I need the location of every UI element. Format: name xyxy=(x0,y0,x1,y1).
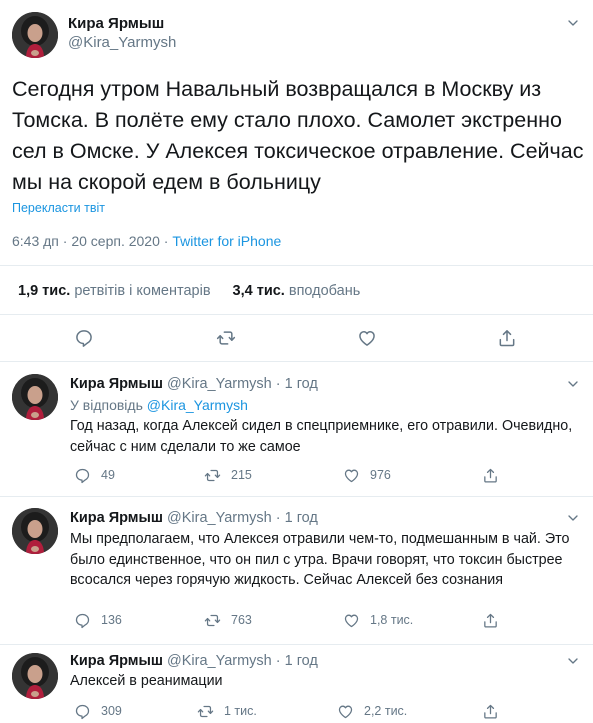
tweet-text: Год назад, когда Алексей сидел в спецпри… xyxy=(70,418,573,455)
chevron-down-icon[interactable] xyxy=(565,376,581,392)
reply-tweet[interactable]: Кира Ярмыш @Kira_Yarmysh · 1 год Алексей… xyxy=(0,645,593,723)
share-action[interactable] xyxy=(482,611,499,629)
heart-icon xyxy=(343,467,360,484)
heart-icon xyxy=(337,703,354,720)
like-action[interactable]: 1,8 тис. xyxy=(343,611,413,629)
tweet-time[interactable]: · 1 год xyxy=(276,653,318,669)
tweet-text: Сегодня утром Навальный возвращался в Мо… xyxy=(12,77,584,194)
heart-icon xyxy=(343,612,360,629)
translate-tweet-link[interactable]: Перекласти твіт xyxy=(12,201,105,215)
tweet-stats: 1,9 тис. ретвітів і коментарів 3,4 тис. в… xyxy=(18,283,360,299)
author-name[interactable]: Кира Ярмыш xyxy=(70,376,163,392)
reply-to-handle[interactable]: @Kira_Yarmysh xyxy=(147,397,248,413)
reply-to: У відповідь @Kira_Yarmysh xyxy=(70,397,248,413)
reply-count: 136 xyxy=(101,613,122,627)
tweet-time[interactable]: · 1 год xyxy=(276,376,318,392)
reply-tweet[interactable]: Кира Ярмыш @Kira_Yarmysh · 1 год Мы пред… xyxy=(0,497,593,645)
author-name[interactable]: Кира Ярмыш xyxy=(70,510,163,526)
reply-action[interactable]: 136 xyxy=(74,611,122,629)
likes-stat[interactable]: 3,4 тис. вподобань xyxy=(233,283,361,299)
reply-to-label: У відповідь xyxy=(70,397,143,413)
reply-header: Кира Ярмыш @Kira_Yarmysh · 1 год xyxy=(70,510,318,526)
retweet-action[interactable]: 215 xyxy=(204,466,252,484)
like-action[interactable]: 2,2 тис. xyxy=(337,702,407,720)
reply-count: 309 xyxy=(101,704,122,718)
author-name[interactable]: Кира Ярмыш xyxy=(68,15,164,32)
tweet-meta: 6:43 дп · 20 серп. 2020 · Twitter for iP… xyxy=(12,233,281,249)
retweet-icon xyxy=(204,612,221,629)
chevron-down-icon[interactable] xyxy=(565,653,581,669)
retweet-icon xyxy=(197,703,214,720)
reply-count: 49 xyxy=(101,468,115,482)
reply-icon xyxy=(74,703,91,720)
reply-tweet[interactable]: Кира Ярмыш @Kira_Yarmysh · 1 год У відпо… xyxy=(0,362,593,497)
share-icon xyxy=(482,467,499,484)
author-name[interactable]: Кира Ярмыш xyxy=(70,653,163,669)
divider xyxy=(0,314,593,315)
tweet-source[interactable]: Twitter for iPhone xyxy=(172,233,281,249)
reply-icon xyxy=(74,467,91,484)
chevron-down-icon[interactable] xyxy=(565,15,581,31)
tweet-time[interactable]: · 1 год xyxy=(276,510,318,526)
retweets-label: ретвітів і коментарів xyxy=(74,283,211,299)
main-tweet: Кира Ярмыш @Kira_Yarmysh Сегодня утром Н… xyxy=(0,0,593,362)
reply-header: Кира Ярмыш @Kira_Yarmysh · 1 год xyxy=(70,653,318,669)
author-handle[interactable]: @Kira_Yarmysh xyxy=(167,510,272,526)
divider xyxy=(0,265,593,266)
like-count: 1,8 тис. xyxy=(370,613,414,627)
retweet-count: 763 xyxy=(231,613,252,627)
share-action[interactable] xyxy=(482,466,499,484)
avatar[interactable] xyxy=(12,653,58,699)
reply-icon xyxy=(74,612,91,629)
retweet-count: 215 xyxy=(231,468,252,482)
share-action[interactable] xyxy=(482,702,499,720)
share-icon xyxy=(482,703,499,720)
like-count: 2,2 тис. xyxy=(364,704,408,718)
reply-action[interactable]: 309 xyxy=(74,702,122,720)
author-handle[interactable]: @Kira_Yarmysh xyxy=(68,34,176,51)
retweet-count: 1 тис. xyxy=(224,704,257,718)
share-icon[interactable] xyxy=(497,328,517,348)
author-handle[interactable]: @Kira_Yarmysh xyxy=(167,376,272,392)
retweet-action[interactable]: 763 xyxy=(204,611,252,629)
avatar[interactable] xyxy=(12,374,58,420)
likes-count: 3,4 тис. xyxy=(232,283,285,299)
avatar[interactable] xyxy=(12,508,58,554)
retweet-icon xyxy=(204,467,221,484)
retweet-icon[interactable] xyxy=(216,328,236,348)
like-count: 976 xyxy=(370,468,391,482)
like-action[interactable]: 976 xyxy=(343,466,391,484)
avatar[interactable] xyxy=(12,12,58,58)
reply-action[interactable]: 49 xyxy=(74,466,115,484)
retweets-count: 1,9 тис. xyxy=(18,283,71,299)
tweet-text: Мы предполагаем, что Алексея отравили че… xyxy=(70,531,570,588)
author-handle[interactable]: @Kira_Yarmysh xyxy=(167,653,272,669)
likes-label: вподобань xyxy=(288,283,361,299)
reply-header: Кира Ярмыш @Kira_Yarmysh · 1 год xyxy=(70,376,318,392)
chevron-down-icon[interactable] xyxy=(565,510,581,526)
share-icon xyxy=(482,612,499,629)
retweets-stat[interactable]: 1,9 тис. ретвітів і коментарів xyxy=(18,283,211,299)
heart-icon[interactable] xyxy=(357,328,377,348)
tweet-timestamp[interactable]: 6:43 дп · 20 серп. 2020 xyxy=(12,233,160,249)
meta-separator: · xyxy=(159,233,173,249)
reply-icon[interactable] xyxy=(74,328,94,348)
retweet-action[interactable]: 1 тис. xyxy=(197,702,257,720)
tweet-text: Алексей в реанимации xyxy=(70,673,223,689)
